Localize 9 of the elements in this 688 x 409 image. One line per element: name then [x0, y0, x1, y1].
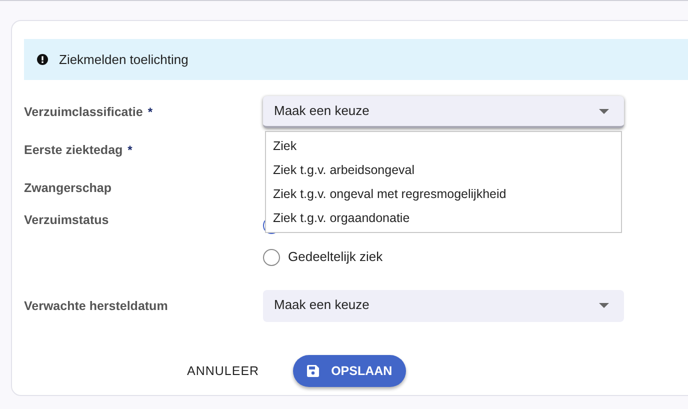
field-label: Verzuimstatus: [24, 212, 109, 229]
required-mark: *: [128, 142, 132, 159]
field-label: Zwangerschap: [24, 180, 112, 197]
field-label: Eerste ziektedag: [24, 142, 123, 159]
field-label: Verzuimclassificatie: [24, 104, 143, 121]
banner-text: Ziekmelden toelichting: [59, 50, 188, 69]
radio-label: Gedeeltelijk ziek: [288, 248, 383, 266]
field-label: Verwachte hersteldatum: [24, 298, 168, 315]
required-mark: *: [148, 104, 152, 121]
